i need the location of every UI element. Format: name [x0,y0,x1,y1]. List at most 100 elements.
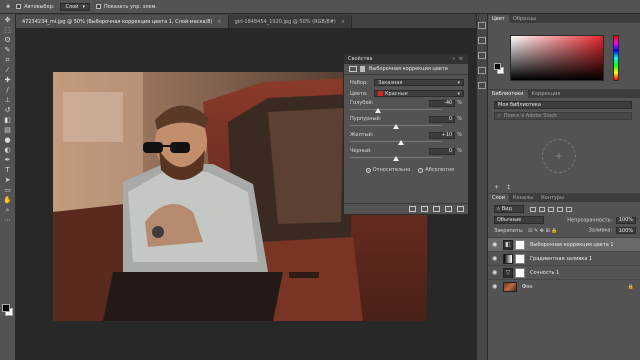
blend-mode-select[interactable]: Обычные [494,216,544,224]
tab-layers[interactable]: Слои [488,194,509,202]
preset-select[interactable]: Заказная ▾ [374,79,464,86]
pixel-filter-icon[interactable] [530,206,536,212]
slider-track[interactable] [350,107,442,113]
yellow-value-field[interactable]: +10 [429,131,456,139]
hand-tool-icon[interactable]: ✋ [3,196,13,204]
slider-thumb[interactable] [397,140,404,145]
layer-row[interactable]: ◉ ◧ Выборочная коррекция цвета 1 [488,237,640,251]
properties-panel-icon[interactable] [478,37,486,44]
slider-thumb[interactable] [393,124,399,129]
visibility-eye-icon[interactable]: ◉ [492,283,498,290]
colors-select[interactable]: Красные ▾ [374,90,464,97]
mask-icon[interactable] [360,66,365,72]
show-controls-option[interactable]: Показать упр. элем. [95,4,157,10]
tab-swatches[interactable]: Образцы [509,15,540,23]
zoom-tool-icon[interactable]: ⌕ [3,206,13,214]
shape-filter-icon[interactable] [557,206,563,212]
mask-thumbnail[interactable] [515,239,525,250]
tab-color[interactable]: Цвет [488,15,509,23]
visibility-eye-icon[interactable]: ◉ [492,269,498,276]
autoselect-target-select[interactable]: Слой ▾ [60,2,90,11]
dodge-tool-icon[interactable]: ◐ [3,146,13,154]
character-panel-icon[interactable] [478,67,486,74]
relative-radio[interactable] [365,167,371,173]
visibility-eye-icon[interactable]: ◉ [492,255,498,262]
slider-thumb[interactable] [374,108,381,113]
relative-label[interactable]: Относительно [373,167,411,173]
mask-thumbnail[interactable] [515,253,525,264]
mask-thumbnail[interactable] [515,267,525,278]
trash-icon[interactable] [457,206,464,212]
eraser-tool-icon[interactable]: ◧ [3,116,13,124]
type-tool-icon[interactable]: T [3,166,13,174]
lasso-tool-icon[interactable]: ʘ [3,36,13,44]
library-drop-zone[interactable]: + [542,139,576,173]
visibility-eye-icon[interactable]: ◉ [492,241,498,248]
slider-track[interactable] [350,139,442,145]
tab-libraries[interactable]: Библиотеки [488,90,528,98]
slider-track[interactable] [350,123,442,129]
foreground-color-mini[interactable] [494,63,501,70]
properties-header[interactable]: Свойства » ≡ [344,54,468,64]
quick-select-tool-icon[interactable]: ✎ [3,46,13,54]
shape-tool-icon[interactable]: ▭ [3,186,13,194]
panel-menu-icon[interactable]: » ≡ [452,56,464,62]
slider-track[interactable] [350,155,442,161]
adjustment-filter-icon[interactable] [539,206,545,212]
blur-tool-icon[interactable]: ● [3,136,13,144]
library-select[interactable]: Моя библиотека [494,101,632,109]
absolute-radio[interactable] [418,167,424,173]
layer-row[interactable]: ◉ Фон 🔒 [488,279,640,293]
tab-adjustments[interactable]: Коррекция [528,90,565,98]
move-tool-icon[interactable]: ✥ [3,16,13,24]
absolute-label[interactable]: Абсолютно [425,167,454,173]
fill-field[interactable]: 100% [615,227,636,234]
library-search-input[interactable]: ⌕ Поиск в Adobe Stock [494,112,632,120]
slider-thumb[interactable] [393,156,399,161]
foreground-color-swatch[interactable] [2,304,10,312]
close-icon[interactable]: × [217,19,221,25]
info-panel-icon[interactable] [478,52,486,59]
layer-kind-select[interactable]: ⌕ Вид [494,205,524,213]
tab-paths[interactable]: Контуры [537,194,568,202]
eyedropper-tool-icon[interactable]: ⁄ [3,66,13,74]
stamp-tool-icon[interactable]: ⊥ [3,96,13,104]
doc-tab-active[interactable]: 47234234_mi.jpg @ 50% (Выборочная коррек… [16,15,229,28]
more-tools-icon[interactable]: ⋯ [3,216,13,224]
paragraph-panel-icon[interactable] [478,82,486,89]
autoselect-option[interactable]: Автовыбор: [16,4,54,10]
black-value-field[interactable]: 0 [429,147,456,155]
tab-channels[interactable]: Каналы [509,194,537,202]
lock-icon[interactable]: ⊡ ✎ ✥ ⊞ 🔒 [528,228,557,234]
smart-filter-icon[interactable] [566,206,572,212]
add-icon[interactable]: + [494,184,499,191]
move-tool-icon[interactable]: ✥ [6,4,10,10]
magenta-value-field[interactable]: 0 [429,115,456,123]
healing-tool-icon[interactable]: ✚ [3,76,13,84]
upload-icon[interactable]: ↥ [506,184,511,191]
color-field[interactable] [510,35,604,81]
hue-slider[interactable] [613,35,619,81]
view-previous-icon[interactable] [421,206,428,212]
doc-tab-second[interactable]: girl-1848454_1920.jpg @ 50% (RGB/8#) × [228,15,353,28]
canvas-area[interactable]: Свойства » ≡ Выборочная коррекция цвета … [16,28,476,360]
reset-icon[interactable] [433,206,440,212]
brush-tool-icon[interactable]: ∕ [3,86,13,94]
history-brush-tool-icon[interactable]: ↺ [3,106,13,114]
clip-to-layer-icon[interactable] [409,206,416,212]
layer-row[interactable]: ◉ Градиентная заливка 1 [488,251,640,265]
visibility-eye-icon[interactable] [445,206,452,212]
opacity-field[interactable]: 100% [615,216,636,224]
type-filter-icon[interactable] [548,206,554,212]
gradient-tool-icon[interactable]: ▤ [3,126,13,134]
history-panel-icon[interactable] [478,22,486,29]
pen-tool-icon[interactable]: ✒ [3,156,13,164]
marquee-tool-icon[interactable]: ⬚ [3,26,13,34]
crop-tool-icon[interactable]: ⌗ [3,56,13,64]
close-icon[interactable]: × [341,19,345,25]
path-select-tool-icon[interactable]: ➤ [3,176,13,184]
layer-row[interactable]: ◉ ▽ Сочность 1 [488,265,640,279]
autoselect-checkbox[interactable] [16,4,22,9]
show-controls-checkbox[interactable] [95,4,101,9]
cyan-value-field[interactable]: -40 [429,99,456,107]
